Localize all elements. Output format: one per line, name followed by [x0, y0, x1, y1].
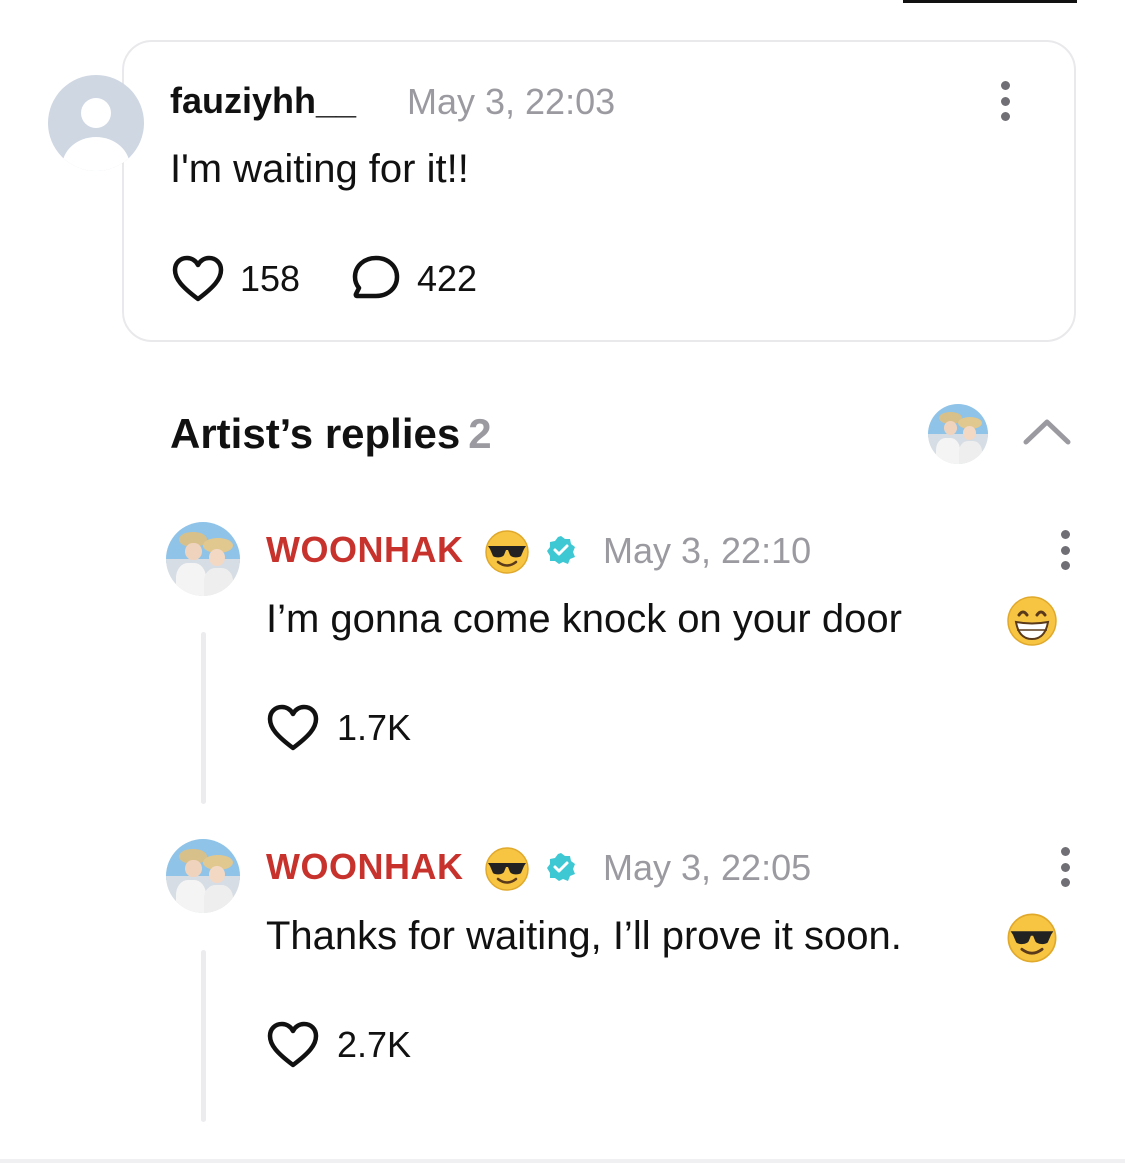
- avatar-body-shape: [62, 137, 130, 171]
- sunglasses-face-emoji: [485, 847, 529, 891]
- reply-text: Thanks for waiting, I’ll prove it soon.: [266, 914, 902, 959]
- top-divider: [903, 0, 1077, 3]
- artist-avatar: [928, 404, 988, 464]
- artist-replies-count: 2: [468, 410, 492, 457]
- comment-text: I'm waiting for it!!: [170, 147, 469, 191]
- verified-badge-icon: [547, 536, 575, 564]
- comment-author[interactable]: fauziyhh__: [170, 80, 356, 122]
- reply-author-name: WOONHAK: [266, 529, 464, 570]
- more-options-icon[interactable]: [1058, 847, 1072, 887]
- more-options-icon[interactable]: [998, 81, 1012, 121]
- heart-icon[interactable]: [267, 1021, 319, 1069]
- comment-thread-page: fauziyhh__ May 3, 22:03 I'm waiting for …: [0, 0, 1125, 1163]
- user-avatar[interactable]: [48, 75, 144, 171]
- sunglasses-face-emoji: [1007, 913, 1057, 963]
- heart-icon[interactable]: [267, 704, 319, 752]
- avatar-head-shape: [81, 98, 111, 128]
- reply-text-content: I’m gonna come knock on your door: [266, 597, 902, 641]
- reply-timestamp: May 3, 22:10: [603, 530, 812, 571]
- heart-icon[interactable]: [172, 255, 224, 303]
- reply-text-content: Thanks for waiting, I’ll prove it soon.: [266, 914, 902, 958]
- artist-replies-header[interactable]: Artist’s replies 2: [170, 410, 492, 458]
- bottom-divider: [0, 1159, 1125, 1163]
- like-count: 158: [240, 258, 301, 299]
- comment-bubble-icon[interactable]: [350, 254, 402, 304]
- artist-replies-title: Artist’s replies: [170, 410, 461, 457]
- reply-timestamp: May 3, 22:05: [603, 847, 812, 888]
- thread-line: [201, 632, 206, 804]
- reply-author[interactable]: WOONHAK: [266, 846, 463, 888]
- thread-line: [201, 950, 206, 1122]
- verified-badge-icon: [547, 853, 575, 881]
- like-count: 2.7K: [337, 1024, 412, 1065]
- grinning-face-emoji: [1007, 596, 1057, 646]
- reply-count: 422: [417, 258, 478, 299]
- reply-author-name: WOONHAK: [266, 846, 464, 887]
- like-count: 1.7K: [337, 707, 412, 748]
- reply-author[interactable]: WOONHAK: [266, 529, 463, 571]
- artist-avatar[interactable]: [166, 839, 240, 913]
- comment-timestamp: May 3, 22:03: [407, 81, 616, 122]
- sunglasses-face-emoji: [485, 530, 529, 574]
- reply-text: I’m gonna come knock on your door: [266, 597, 902, 642]
- more-options-icon[interactable]: [1058, 530, 1072, 570]
- artist-avatar[interactable]: [166, 522, 240, 596]
- chevron-up-icon[interactable]: [1022, 416, 1072, 446]
